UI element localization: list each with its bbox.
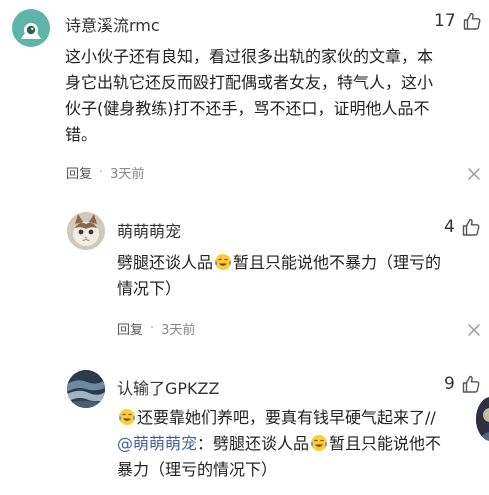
comment-thread: 诗意溪流rmc 17 这小伙子还有良知，看过很多出轨的家伙的文章，本 身它出轨它… bbox=[0, 0, 489, 495]
comment-text-segment: 还要靠她们养吧，要真有钱早硬气起来了// bbox=[137, 408, 436, 427]
mention-link[interactable]: @萌萌萌宠 bbox=[117, 434, 197, 453]
close-icon[interactable] bbox=[467, 323, 481, 337]
like-count: 17 bbox=[434, 11, 456, 31]
timestamp: 3天前 bbox=[110, 167, 145, 182]
username[interactable]: 认输了GPKZZ bbox=[117, 375, 219, 399]
comment-body: 劈腿还谈人品 暂且只能说他不暴力（理亏的 情况下） bbox=[117, 250, 441, 302]
floating-avatar[interactable] bbox=[476, 397, 489, 441]
username[interactable]: 萌萌萌宠 bbox=[117, 218, 181, 242]
comment-text-segment: 暂且只能说他不 bbox=[329, 434, 442, 453]
thumbs-up-icon bbox=[463, 12, 481, 30]
comment-text-line: 还要靠她们养吧，要真有钱早硬气起来了// bbox=[117, 405, 441, 431]
like-count: 9 bbox=[444, 374, 455, 394]
comment-text-segment: 暂且只能说他不暴力（理亏的 bbox=[233, 253, 442, 272]
comment-text-segment: 劈腿还谈人品 bbox=[117, 253, 214, 272]
cat-avatar-icon bbox=[67, 212, 105, 250]
avatar-image-icon bbox=[476, 397, 489, 441]
close-icon[interactable] bbox=[467, 167, 481, 181]
landscape-avatar-icon bbox=[67, 370, 105, 408]
avatar[interactable] bbox=[67, 212, 105, 250]
comment-text-line: 错。 bbox=[65, 125, 98, 144]
avatar[interactable] bbox=[12, 9, 50, 47]
reply-button[interactable]: 回复 bbox=[117, 319, 143, 338]
comment-meta: 回复 · 3天前 bbox=[117, 319, 195, 338]
reply-button[interactable]: 回复 bbox=[66, 163, 92, 182]
comment-text-line: 情况下） bbox=[117, 279, 182, 298]
comment-text-line: 伙子(健身教练)打不还手，骂不还口，证明他人品不 bbox=[65, 99, 430, 118]
like-button[interactable]: 17 bbox=[434, 11, 482, 31]
thumbs-up-icon bbox=[462, 375, 480, 393]
like-button[interactable]: 4 bbox=[444, 217, 481, 237]
comment-meta: 回复 · 3天前 bbox=[66, 163, 144, 182]
laughing-crying-emoji-icon bbox=[119, 409, 135, 425]
comment-body: 这小伙子还有良知，看过很多出轨的家伙的文章，本 身它出轨它还反而殴打配偶或者女友… bbox=[65, 44, 433, 148]
comment-text-line: 暴力（理亏的情况下） bbox=[117, 460, 278, 479]
thumbs-up-icon bbox=[462, 218, 480, 236]
laughing-crying-emoji-icon bbox=[215, 254, 232, 270]
comment-text-line: 这小伙子还有良知，看过很多出轨的家伙的文章，本 bbox=[65, 47, 434, 66]
username[interactable]: 诗意溪流rmc bbox=[65, 12, 160, 36]
like-button[interactable]: 9 bbox=[444, 374, 481, 394]
like-count: 4 bbox=[444, 217, 455, 237]
timestamp: 3天前 bbox=[161, 323, 196, 338]
meta-separator: · bbox=[150, 321, 155, 336]
comment-text-line: 身它出轨它还反而殴打配偶或者女友，特气人，这小 bbox=[65, 73, 434, 92]
comment-body: 还要靠她们养吧，要真有钱早硬气起来了// @萌萌萌宠：劈腿还谈人品 暂且只能说他不… bbox=[117, 405, 441, 483]
comment-text-segment: ：劈腿还谈人品 bbox=[197, 434, 310, 453]
laughing-crying-emoji-icon bbox=[311, 435, 328, 451]
meta-separator: · bbox=[99, 165, 104, 180]
comment-text-line: @萌萌萌宠：劈腿还谈人品 暂且只能说他不 bbox=[117, 431, 441, 457]
avatar-face-icon bbox=[21, 23, 41, 39]
comment-text-line: 劈腿还谈人品 暂且只能说他不暴力（理亏的 bbox=[117, 250, 441, 276]
avatar[interactable] bbox=[67, 370, 105, 408]
